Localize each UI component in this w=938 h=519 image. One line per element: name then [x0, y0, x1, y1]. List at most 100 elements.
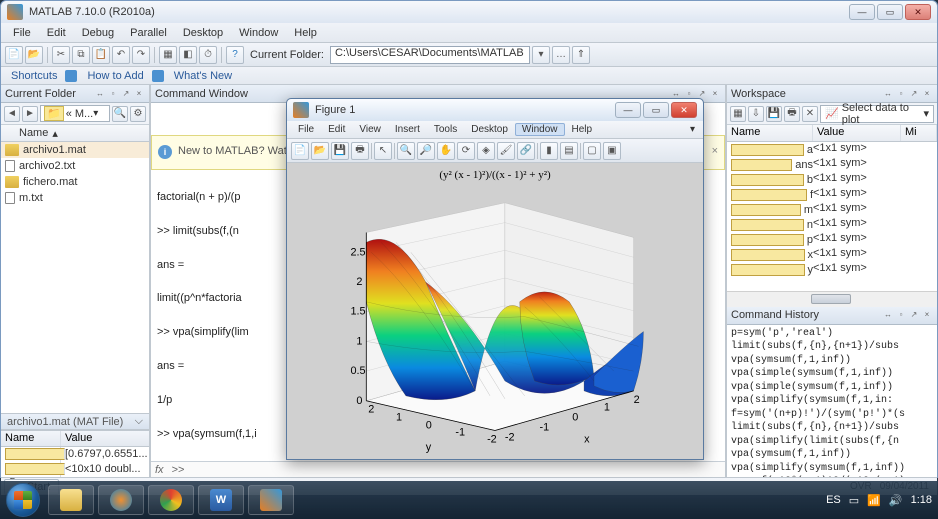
- figure-titlebar[interactable]: Figure 1 — ▭ ✕: [287, 99, 703, 121]
- workspace-row[interactable]: y<1x1 sym>: [727, 262, 937, 277]
- new-var-icon[interactable]: ▦: [730, 106, 746, 122]
- fig-menu-more-icon[interactable]: ▾: [686, 124, 699, 135]
- fig-menu-desktop[interactable]: Desktop: [464, 123, 515, 136]
- help-icon[interactable]: ?: [226, 46, 244, 64]
- menu-window[interactable]: Window: [231, 25, 286, 41]
- menu-desktop[interactable]: Desktop: [175, 25, 231, 41]
- shortcuts-link[interactable]: Shortcuts: [7, 70, 61, 82]
- fig-menu-view[interactable]: View: [352, 123, 388, 136]
- undock-icon[interactable]: ↔: [882, 88, 894, 100]
- copy-icon[interactable]: ⧉: [72, 46, 90, 64]
- delete-icon[interactable]: ✕: [802, 106, 818, 122]
- file-row[interactable]: m.txt: [1, 190, 149, 206]
- task-item-explorer[interactable]: [48, 485, 94, 515]
- panel-menu-icon[interactable]: ↗: [120, 88, 132, 100]
- panel-close-icon[interactable]: ×: [921, 88, 933, 100]
- zoom-out-icon[interactable]: 🔎: [417, 142, 435, 160]
- workspace-row[interactable]: p<1x1 sym>: [727, 232, 937, 247]
- undo-icon[interactable]: ↶: [112, 46, 130, 64]
- menu-edit[interactable]: Edit: [39, 25, 74, 41]
- up-folder-icon[interactable]: ⇑: [572, 46, 590, 64]
- taskbar-clock[interactable]: 1:18: [911, 494, 932, 506]
- task-item-matlab[interactable]: [248, 485, 294, 515]
- guide-icon[interactable]: ◧: [179, 46, 197, 64]
- file-list-header[interactable]: Name▴: [1, 125, 149, 142]
- fig-maximize-button[interactable]: ▭: [643, 102, 669, 118]
- panel-menu-icon[interactable]: ▫: [107, 88, 119, 100]
- redo-icon[interactable]: ↷: [132, 46, 150, 64]
- menu-help[interactable]: Help: [286, 25, 325, 41]
- select-plot-dropdown[interactable]: 📈Select data to plot▾: [820, 105, 934, 123]
- save-ws-icon[interactable]: 💾: [766, 106, 782, 122]
- panel-close-icon[interactable]: ×: [921, 309, 933, 321]
- banner-close-icon[interactable]: ×: [712, 144, 718, 160]
- command-history[interactable]: p=sym('p','real') limit(subs(f,{n},{n+1}…: [727, 325, 937, 478]
- workspace-header[interactable]: Workspace ↔▫↗×: [727, 85, 937, 103]
- file-row[interactable]: archivo1.mat: [1, 142, 149, 158]
- back-icon[interactable]: ◄: [4, 106, 20, 122]
- titlebar[interactable]: MATLAB 7.10.0 (R2010a) — ▭ ✕: [1, 1, 937, 23]
- workspace-row[interactable]: m<1x1 sym>: [727, 202, 937, 217]
- new-fig-icon[interactable]: 📄: [291, 142, 309, 160]
- fig-close-button[interactable]: ✕: [671, 102, 697, 118]
- pan-icon[interactable]: ✋: [437, 142, 455, 160]
- zoom-in-icon[interactable]: 🔍: [397, 142, 415, 160]
- file-row[interactable]: fichero.mat: [1, 174, 149, 190]
- workspace-row[interactable]: b<1x1 sym>: [727, 172, 937, 187]
- pointer-icon[interactable]: ↖: [374, 142, 392, 160]
- hide-tools-icon[interactable]: ▢: [583, 142, 601, 160]
- tray-flag-icon[interactable]: ▭: [849, 494, 859, 507]
- find-icon[interactable]: 🔍: [112, 106, 128, 122]
- figure-canvas[interactable]: (y² (x - 1)²)/((x - 1)² + y²): [287, 163, 703, 459]
- undock-icon[interactable]: ↔: [94, 88, 106, 100]
- workspace-hscroll[interactable]: [727, 291, 937, 307]
- fig-menu-edit[interactable]: Edit: [321, 123, 352, 136]
- colorbar-icon[interactable]: ▮: [540, 142, 558, 160]
- fx-prompt[interactable]: fx >>: [151, 461, 725, 477]
- cf-dropdown-icon[interactable]: ▾: [532, 46, 550, 64]
- datacursor-icon[interactable]: ◈: [477, 142, 495, 160]
- file-row[interactable]: archivo2.txt: [1, 158, 149, 174]
- save-fig-icon[interactable]: 💾: [331, 142, 349, 160]
- rotate3d-icon[interactable]: ⟳: [457, 142, 475, 160]
- howto-link[interactable]: How to Add: [83, 70, 147, 82]
- start-orb[interactable]: [6, 483, 40, 517]
- close-button[interactable]: ✕: [905, 4, 931, 20]
- fig-menu-insert[interactable]: Insert: [388, 123, 427, 136]
- current-folder-path[interactable]: C:\Users\CESAR\Documents\MATLAB: [330, 46, 530, 64]
- whatsnew-link[interactable]: What's New: [170, 70, 236, 82]
- fig-menu-help[interactable]: Help: [565, 123, 600, 136]
- workspace-row[interactable]: n<1x1 sym>: [727, 217, 937, 232]
- legend-icon[interactable]: ▤: [560, 142, 578, 160]
- fig-menu-tools[interactable]: Tools: [427, 123, 464, 136]
- command-history-header[interactable]: Command History ↔▫↗×: [727, 307, 937, 325]
- cut-icon[interactable]: ✂: [52, 46, 70, 64]
- workspace-row[interactable]: a<1x1 sym>: [727, 142, 937, 157]
- simulink-icon[interactable]: ▦: [159, 46, 177, 64]
- lang-indicator[interactable]: ES: [826, 494, 841, 506]
- workspace-row[interactable]: x<1x1 sym>: [727, 247, 937, 262]
- show-tools-icon[interactable]: ▣: [603, 142, 621, 160]
- new-file-icon[interactable]: 📄: [5, 46, 23, 64]
- brush-icon[interactable]: 🖌: [497, 142, 515, 160]
- task-item-mediaplayer[interactable]: [98, 485, 144, 515]
- task-item-word[interactable]: W: [198, 485, 244, 515]
- fig-minimize-button[interactable]: —: [615, 102, 641, 118]
- cf-path-short[interactable]: 📁« M... ▾: [40, 105, 110, 122]
- detail-row[interactable]: p[0.6797,0.6551...: [1, 447, 149, 462]
- print-fig-icon[interactable]: 🖶: [351, 142, 369, 160]
- link-icon[interactable]: 🔗: [517, 142, 535, 160]
- tray-volume-icon[interactable]: 🔊: [889, 494, 903, 507]
- fig-menu-file[interactable]: File: [291, 123, 321, 136]
- open-file-icon[interactable]: 📂: [25, 46, 43, 64]
- fig-menu-window[interactable]: Window: [515, 123, 565, 136]
- task-item-chrome[interactable]: [148, 485, 194, 515]
- forward-icon[interactable]: ►: [22, 106, 38, 122]
- current-folder-header[interactable]: Current Folder ↔ ▫ ↗ ×: [1, 85, 149, 103]
- workspace-row[interactable]: ans<1x1 sym>: [727, 157, 937, 172]
- tray-network-icon[interactable]: 📶: [867, 494, 881, 507]
- profiler-icon[interactable]: ⏱: [199, 46, 217, 64]
- browse-folder-icon[interactable]: …: [552, 46, 570, 64]
- import-icon[interactable]: ⇩: [748, 106, 764, 122]
- minimize-button[interactable]: —: [849, 4, 875, 20]
